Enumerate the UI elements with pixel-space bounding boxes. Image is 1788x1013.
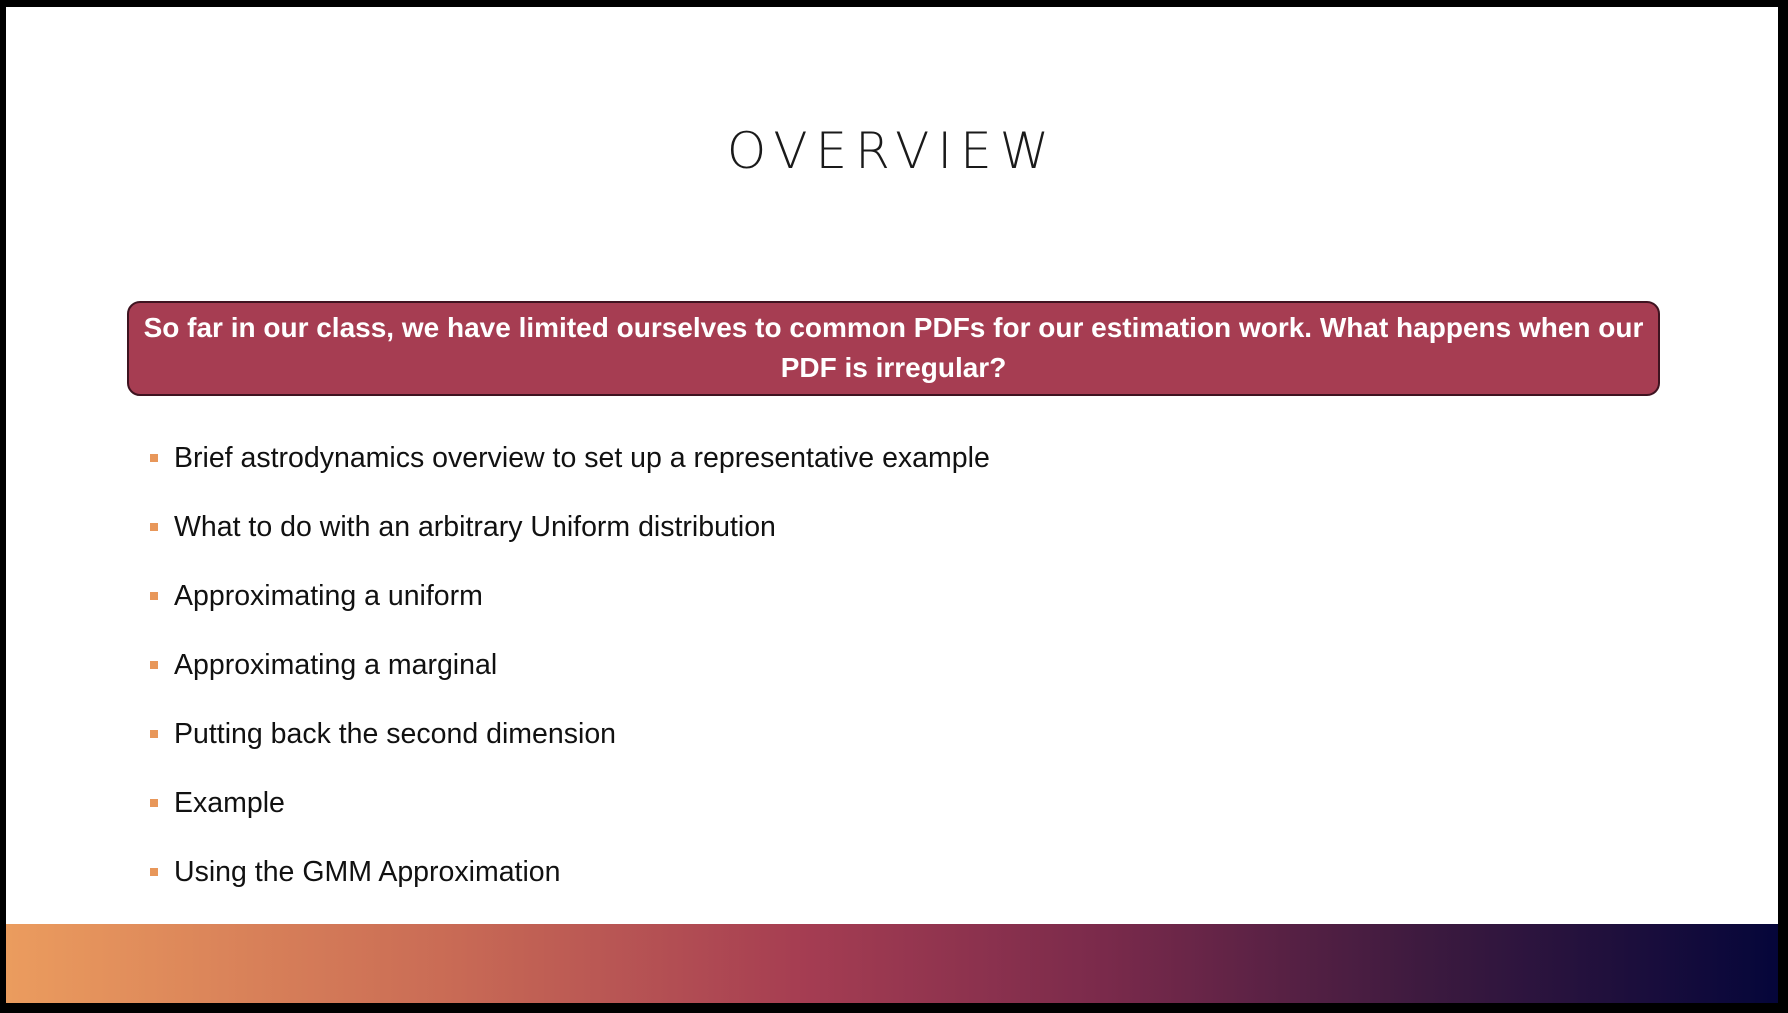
window-frame: OVERVIEW So far in our class, we have li… xyxy=(0,0,1788,1013)
bullet-item: What to do with an arbitrary Uniform dis… xyxy=(142,509,990,578)
bullet-text: Brief astrodynamics overview to set up a… xyxy=(174,442,990,474)
square-bullet-icon xyxy=(150,730,158,738)
bullet-item: Putting back the second dimension xyxy=(142,716,990,785)
square-bullet-icon xyxy=(150,661,158,669)
square-bullet-icon xyxy=(150,868,158,876)
square-bullet-icon xyxy=(150,454,158,462)
slide: OVERVIEW So far in our class, we have li… xyxy=(6,7,1778,1003)
bullet-text: Approximating a uniform xyxy=(174,580,483,612)
bullet-item: Approximating a marginal xyxy=(142,647,990,716)
square-bullet-icon xyxy=(150,799,158,807)
callout-box: So far in our class, we have limited our… xyxy=(127,301,1660,396)
bullet-text: Using the GMM Approximation xyxy=(174,856,561,888)
bullet-list: Brief astrodynamics overview to set up a… xyxy=(142,440,990,923)
bullet-item: Brief astrodynamics overview to set up a… xyxy=(142,440,990,509)
bullet-item: Example xyxy=(142,785,990,854)
slide-title: OVERVIEW xyxy=(726,122,1058,180)
footer-gradient-band xyxy=(6,924,1778,1003)
bullet-text: Approximating a marginal xyxy=(174,649,498,681)
bullet-item: Approximating a uniform xyxy=(142,578,990,647)
bullet-text: Putting back the second dimension xyxy=(174,718,617,750)
bullet-item: Using the GMM Approximation xyxy=(142,854,990,923)
bullet-text: Example xyxy=(174,787,285,819)
bullet-text: What to do with an arbitrary Uniform dis… xyxy=(174,511,776,543)
square-bullet-icon xyxy=(150,523,158,531)
square-bullet-icon xyxy=(150,592,158,600)
